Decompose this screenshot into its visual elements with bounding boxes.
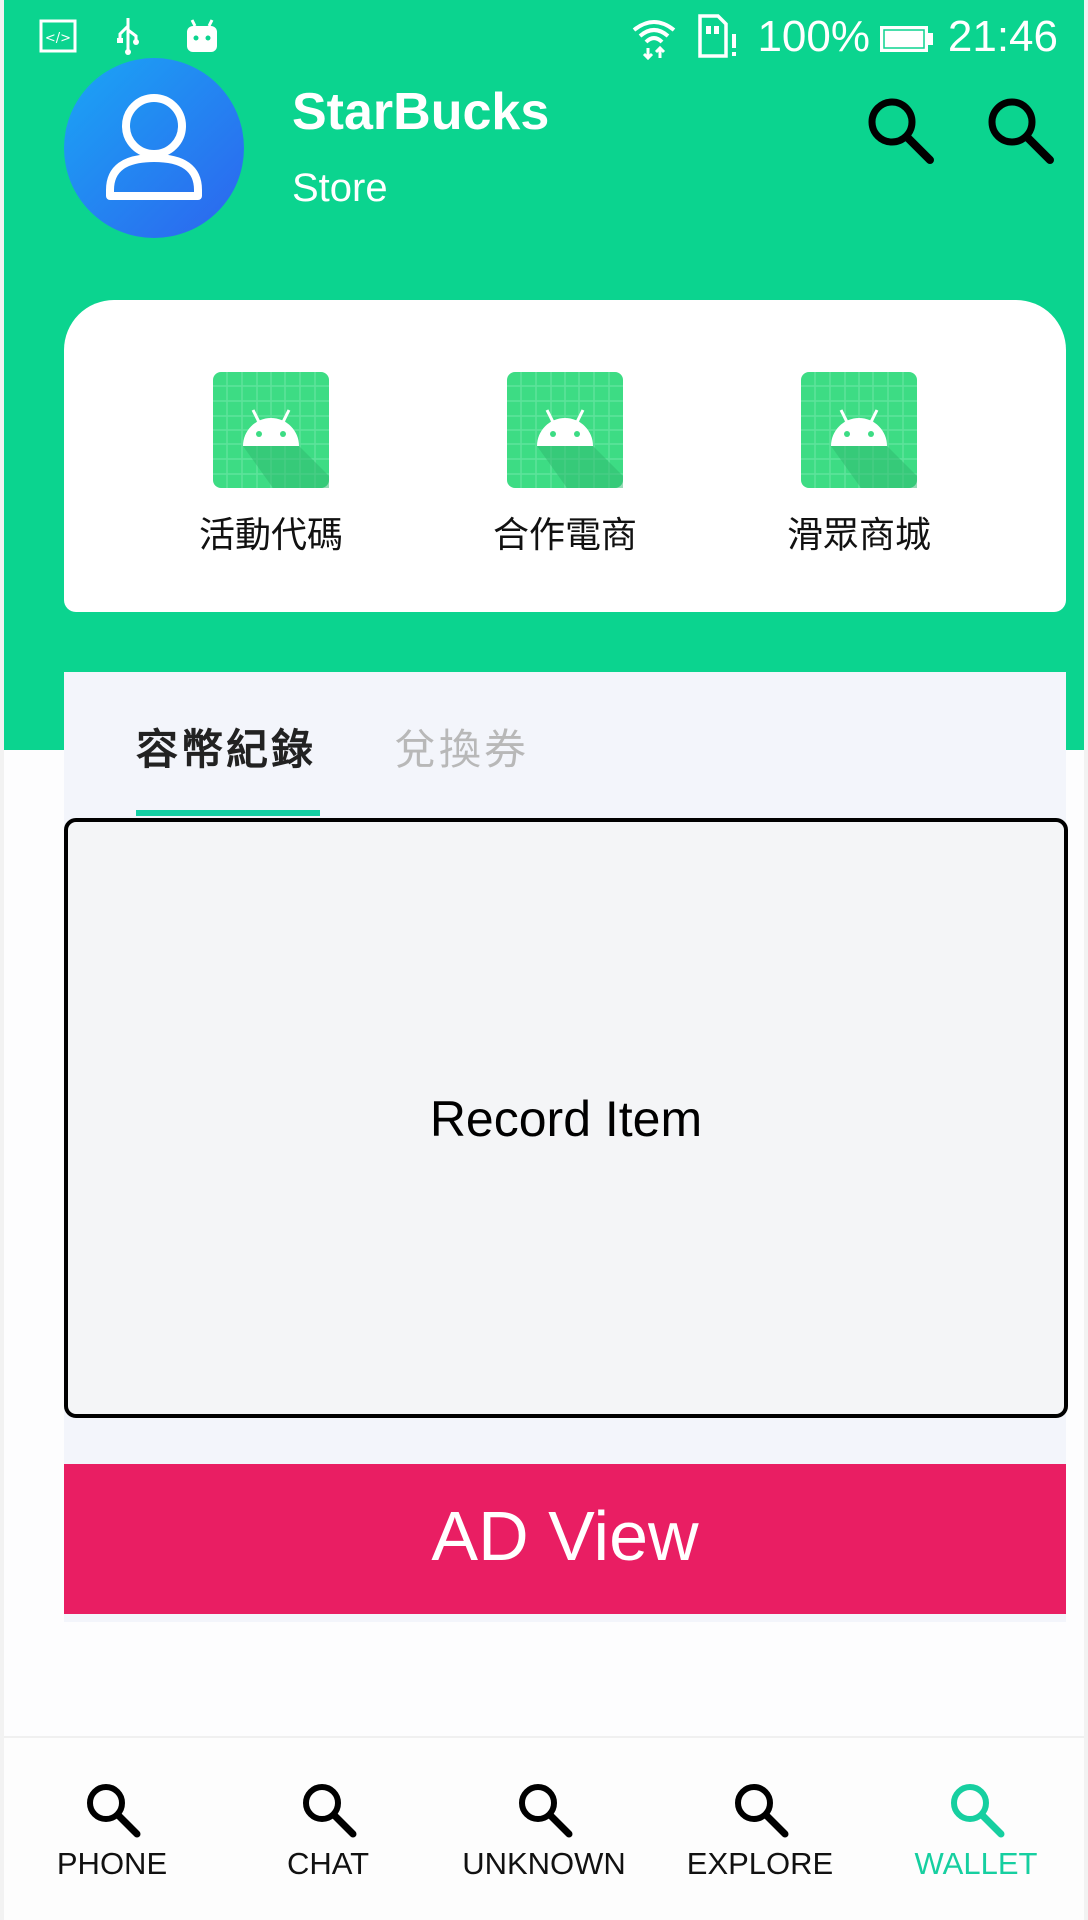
nav-label: WALLET	[914, 1846, 1038, 1881]
search-icon[interactable]	[862, 92, 938, 168]
search-icon	[951, 1784, 1005, 1838]
wifi-icon	[632, 20, 676, 60]
bottom-navigation: PHONE CHAT UNKNOWN EXPLORE WALLET	[0, 1736, 1088, 1920]
android-app-icon	[801, 372, 917, 488]
nav-chat[interactable]: CHAT	[220, 1778, 436, 1882]
frame-edge-left	[0, 0, 4, 1920]
shortcut-partner-ecommerce[interactable]: 合作電商	[465, 372, 665, 572]
status-time: 21:46	[947, 12, 1058, 61]
nav-unknown[interactable]: UNKNOWN	[436, 1778, 652, 1882]
ad-view-label: AD View	[431, 1497, 699, 1575]
search-icon	[87, 1784, 141, 1838]
svg-text:</>: </>	[45, 31, 71, 46]
app-screen: </> 100% 21:46 StarBucks Store 活動代碼 合作電商…	[0, 0, 1088, 1920]
battery-percent: 100%	[757, 12, 870, 61]
android-app-icon	[213, 372, 329, 488]
frame-edge-right	[1084, 0, 1088, 1920]
shortcut-label: 合作電商	[492, 515, 637, 556]
nav-label: PHONE	[56, 1846, 168, 1881]
person-icon	[106, 94, 202, 200]
nav-explore[interactable]: EXPLORE	[652, 1778, 868, 1882]
android-app-icon	[507, 372, 623, 488]
nav-label: UNKNOWN	[462, 1846, 626, 1881]
record-item[interactable]: Record Item	[64, 818, 1068, 1418]
nav-phone[interactable]: PHONE	[4, 1778, 220, 1882]
shortcut-activity-code[interactable]: 活動代碼	[171, 372, 371, 572]
search-icon[interactable]	[982, 92, 1058, 168]
search-icon	[735, 1784, 789, 1838]
nav-wallet[interactable]: WALLET	[868, 1778, 1084, 1882]
shortcut-label: 滑眾商城	[786, 515, 931, 556]
nav-label: CHAT	[286, 1846, 370, 1881]
record-item-label: Record Item	[429, 1091, 703, 1147]
android-debug-icon	[187, 19, 217, 52]
shortcut-card: 活動代碼 合作電商 滑眾商城	[64, 300, 1066, 612]
avatar[interactable]	[64, 58, 244, 238]
usb-icon	[117, 18, 139, 55]
search-icon	[303, 1784, 357, 1838]
store-name: StarBucks	[292, 83, 550, 141]
nav-label: EXPLORE	[686, 1846, 834, 1881]
sim-alert-icon	[698, 14, 736, 58]
search-icon	[519, 1784, 573, 1838]
tab-coin-records[interactable]: 容幣紀錄	[136, 716, 316, 777]
battery-icon	[880, 26, 933, 52]
tab-indicator	[136, 810, 320, 816]
ad-view[interactable]: AD View	[64, 1464, 1066, 1614]
shortcut-label: 活動代碼	[198, 515, 343, 556]
tab-coupons[interactable]: 兌換券	[394, 716, 529, 777]
shortcut-mall[interactable]: 滑眾商城	[759, 372, 959, 572]
store-subtitle: Store	[292, 166, 388, 210]
code-icon: </>	[39, 19, 77, 53]
